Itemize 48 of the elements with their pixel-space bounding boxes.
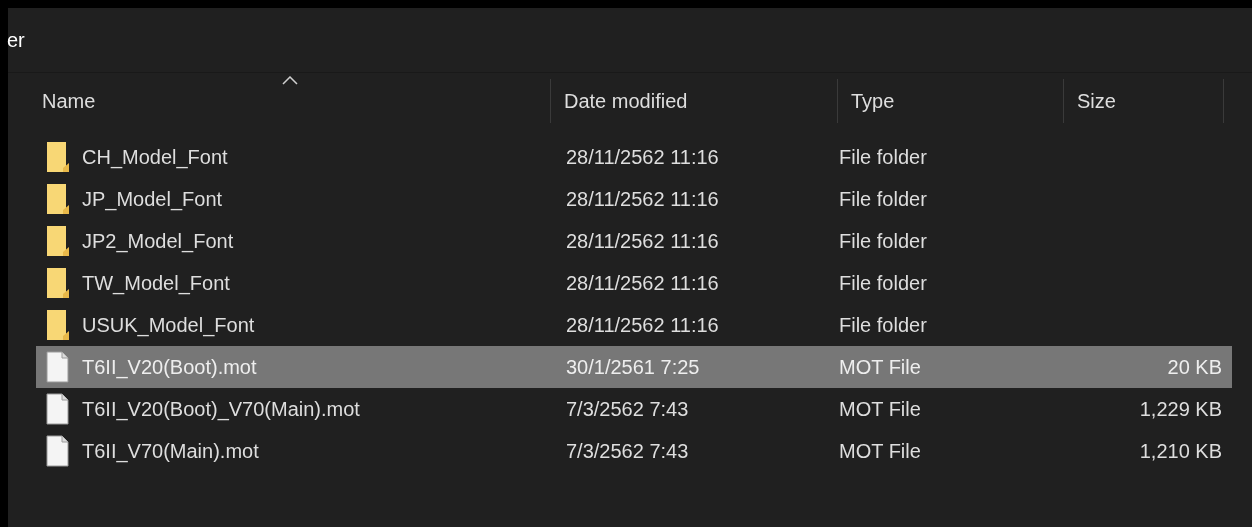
file-type: MOT File xyxy=(839,355,921,380)
file-name: TW_Model_Font xyxy=(82,271,230,297)
file-name: T6II_V70(Main).mot xyxy=(82,439,259,465)
date-modified: 7/3/2562 7:43 xyxy=(566,439,689,464)
column-header[interactable]: Date modified xyxy=(564,86,688,116)
file-row[interactable]: USUK_Model_Font 28/11/2562 11:16 File folder xyxy=(36,304,1232,346)
file-type: MOT File xyxy=(839,397,921,422)
file-row[interactable]: TW_Model_Font 28/11/2562 11:16 File folder xyxy=(36,262,1232,304)
column-header[interactable]: Type xyxy=(851,86,895,116)
date-modified: 7/3/2562 7:43 xyxy=(566,397,689,422)
file-row[interactable]: T6II_V20(Boot)_V70(Main).mot 7/3/2562 7:43 MOT File 1,229 KB xyxy=(36,388,1232,430)
file-size: 20 KB xyxy=(1167,355,1222,380)
date-modified: 28/11/2562 11:16 xyxy=(566,229,719,254)
folder-icon xyxy=(46,225,70,257)
file-name: CH_Model_Font xyxy=(82,145,228,171)
date-modified: 28/11/2562 11:16 xyxy=(566,187,719,212)
file-row[interactable]: CH_Model_Font 28/11/2562 11:16 File folder xyxy=(36,136,1232,178)
file-size: 1,210 KB xyxy=(1139,439,1222,464)
file-icon xyxy=(46,393,70,425)
file-icon xyxy=(46,351,70,383)
file-icon xyxy=(46,435,70,467)
selected-file-row[interactable]: T6II_V20(Boot).mot 30/1/2561 7:25 MOT File 20 KB xyxy=(36,346,1232,388)
column-header[interactable]: Name xyxy=(42,86,96,116)
folder-icon xyxy=(46,141,70,173)
file-type: MOT File xyxy=(839,439,921,464)
file-name: USUK_Model_Font xyxy=(82,313,255,339)
file-name: T6II_V20(Boot)_V70(Main).mot xyxy=(82,397,360,423)
folder-icon xyxy=(46,309,70,341)
file-name: T6II_V20(Boot).mot xyxy=(82,355,257,381)
file-size: 1,229 KB xyxy=(1139,397,1222,422)
column-header[interactable]: Size xyxy=(1077,86,1116,116)
file-type: File folder xyxy=(839,271,927,296)
folder-icon xyxy=(46,267,70,299)
date-modified: 28/11/2562 11:16 xyxy=(566,271,719,296)
window-title: er xyxy=(7,28,25,53)
file-row[interactable]: JP2_Model_Font 28/11/2562 11:16 File folder xyxy=(36,220,1232,262)
date-modified: 28/11/2562 11:16 xyxy=(566,313,719,338)
file-name: JP_Model_Font xyxy=(82,187,223,213)
file-name: JP2_Model_Font xyxy=(82,229,234,255)
file-type: File folder xyxy=(839,145,927,170)
folder-icon xyxy=(46,183,70,215)
file-type: File folder xyxy=(839,187,927,212)
file-row[interactable]: JP_Model_Font 28/11/2562 11:16 File folder xyxy=(36,178,1232,220)
file-type: File folder xyxy=(839,313,927,338)
date-modified: 30/1/2561 7:25 xyxy=(566,355,700,380)
date-modified: 28/11/2562 11:16 xyxy=(566,145,719,170)
file-type: File folder xyxy=(839,229,927,254)
file-row[interactable]: T6II_V70(Main).mot 7/3/2562 7:43 MOT File 1,210 KB xyxy=(36,430,1232,472)
